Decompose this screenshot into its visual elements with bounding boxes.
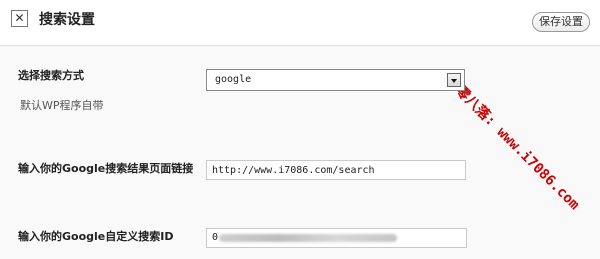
save-settings-button[interactable]: 保存设置 <box>532 12 590 32</box>
results-url-label: 输入你的Google搜索结果页面链接 <box>18 162 194 175</box>
page-title: 搜索设置 <box>39 12 95 28</box>
settings-panel: ✕ 搜索设置 保存设置 七零八落: www.i7086.com 选择搜索方式 g… <box>0 0 600 259</box>
search-method-label: 选择搜索方式 <box>18 69 84 82</box>
search-method-description: 默认WP程序自带 <box>20 99 104 112</box>
custom-search-id-prefix: 0 <box>212 232 219 243</box>
custom-search-id-label: 输入你的Google自定义搜索ID <box>18 230 174 243</box>
custom-search-id-input[interactable]: 0 <box>206 228 467 248</box>
results-url-input[interactable] <box>206 160 466 180</box>
redacted-value <box>219 234 397 242</box>
close-icon: ✕ <box>14 11 25 25</box>
close-button[interactable]: ✕ <box>11 10 28 27</box>
search-method-selected-value: google <box>215 74 252 85</box>
watermark: 七零八落: www.i7086.com <box>441 72 583 214</box>
chevron-down-icon[interactable] <box>447 73 461 87</box>
search-method-select[interactable]: google <box>206 69 465 91</box>
panel-header: ✕ 搜索设置 保存设置 <box>0 0 600 46</box>
